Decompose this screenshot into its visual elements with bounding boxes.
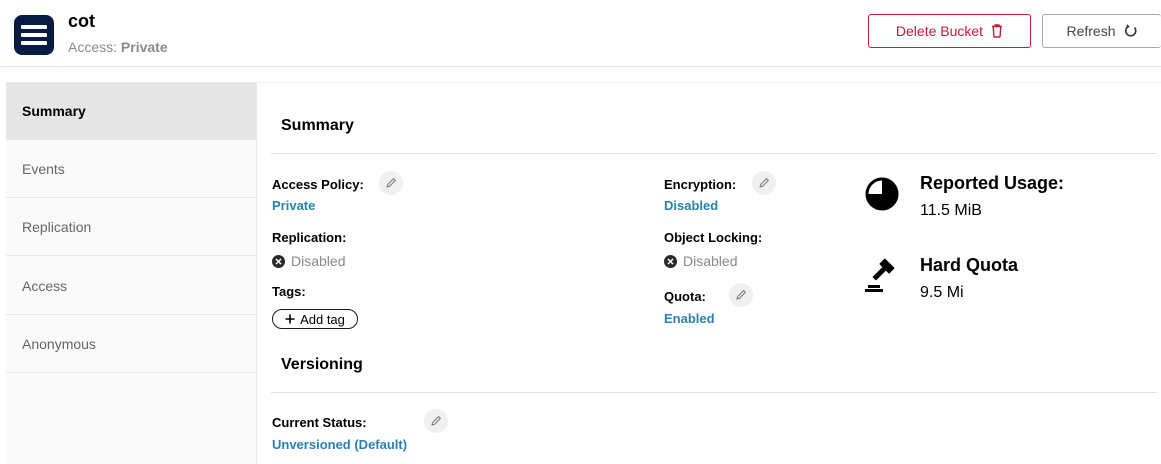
bucket-name: cot <box>68 11 95 31</box>
access-policy-label: Access Policy: <box>272 177 364 192</box>
add-tag-label: Add tag <box>300 311 345 327</box>
replication-label: Replication: <box>272 230 347 245</box>
trash-icon <box>992 24 1003 38</box>
access-value: Private <box>120 39 168 55</box>
quota-label: Quota: <box>664 289 706 304</box>
content-top-divider <box>257 82 1161 83</box>
sidebar: Summary Events Replication Access Anonym… <box>6 82 257 464</box>
refresh-label: Refresh <box>1066 23 1116 39</box>
pencil-icon <box>386 177 397 188</box>
edit-quota-button[interactable] <box>729 283 753 307</box>
sidebar-item-summary[interactable]: Summary <box>6 82 256 140</box>
x-circle-icon <box>664 254 677 268</box>
delete-bucket-button[interactable]: Delete Bucket <box>868 14 1031 48</box>
sidebar-item-label: Summary <box>22 102 86 119</box>
edit-access-policy-button[interactable] <box>379 171 403 195</box>
sidebar-item-replication[interactable]: Replication <box>6 198 256 256</box>
plus-icon <box>285 314 295 324</box>
header-divider <box>0 66 1161 67</box>
x-circle-icon <box>272 254 285 268</box>
replication-value: Disabled <box>291 253 346 269</box>
reported-usage-title: Reported Usage: <box>920 173 1065 193</box>
add-tag-button[interactable]: Add tag <box>272 309 358 329</box>
sidebar-item-label: Replication <box>22 218 92 235</box>
encryption-label: Encryption: <box>664 177 737 192</box>
hard-quota-value: 9.5 Mi <box>920 284 964 301</box>
object-locking-status: Disabled <box>664 253 737 269</box>
bucket-icon <box>14 15 54 55</box>
refresh-button[interactable]: Refresh <box>1042 14 1161 48</box>
hard-quota-title: Hard Quota <box>920 255 1019 275</box>
delete-bucket-label: Delete Bucket <box>895 23 984 39</box>
sidebar-item-events[interactable]: Events <box>6 140 256 198</box>
object-locking-label: Object Locking: <box>664 230 763 245</box>
summary-title: Summary <box>281 117 354 134</box>
pencil-icon <box>431 415 442 426</box>
gavel-icon <box>865 258 895 292</box>
edit-versioning-button[interactable] <box>424 409 448 433</box>
versioning-title: Versioning <box>281 356 363 373</box>
access-policy-value[interactable]: Private <box>272 198 315 213</box>
current-status-label: Current Status: <box>272 415 367 430</box>
quota-value[interactable]: Enabled <box>664 311 715 326</box>
refresh-icon <box>1124 24 1137 37</box>
current-status-value[interactable]: Unversioned (Default) <box>272 437 407 452</box>
encryption-value[interactable]: Disabled <box>664 198 718 213</box>
reported-usage-value: 11.5 MiB <box>920 202 982 219</box>
object-locking-value: Disabled <box>683 253 738 269</box>
sidebar-item-label: Events <box>22 160 65 177</box>
edit-encryption-button[interactable] <box>752 171 776 195</box>
bucket-access: Access: Private <box>68 39 168 55</box>
tags-label: Tags: <box>272 284 306 299</box>
pencil-icon <box>759 177 770 188</box>
sidebar-item-access[interactable]: Access <box>6 257 256 315</box>
sidebar-item-anonymous[interactable]: Anonymous <box>6 315 256 373</box>
pie-chart-icon <box>865 177 899 211</box>
sidebar-item-label: Access <box>22 277 68 294</box>
versioning-divider <box>271 392 1157 393</box>
summary-divider <box>271 153 1157 154</box>
replication-status: Disabled <box>272 253 345 269</box>
sidebar-item-label: Anonymous <box>22 335 96 352</box>
pencil-icon <box>736 289 747 300</box>
access-label: Access: <box>68 39 118 55</box>
